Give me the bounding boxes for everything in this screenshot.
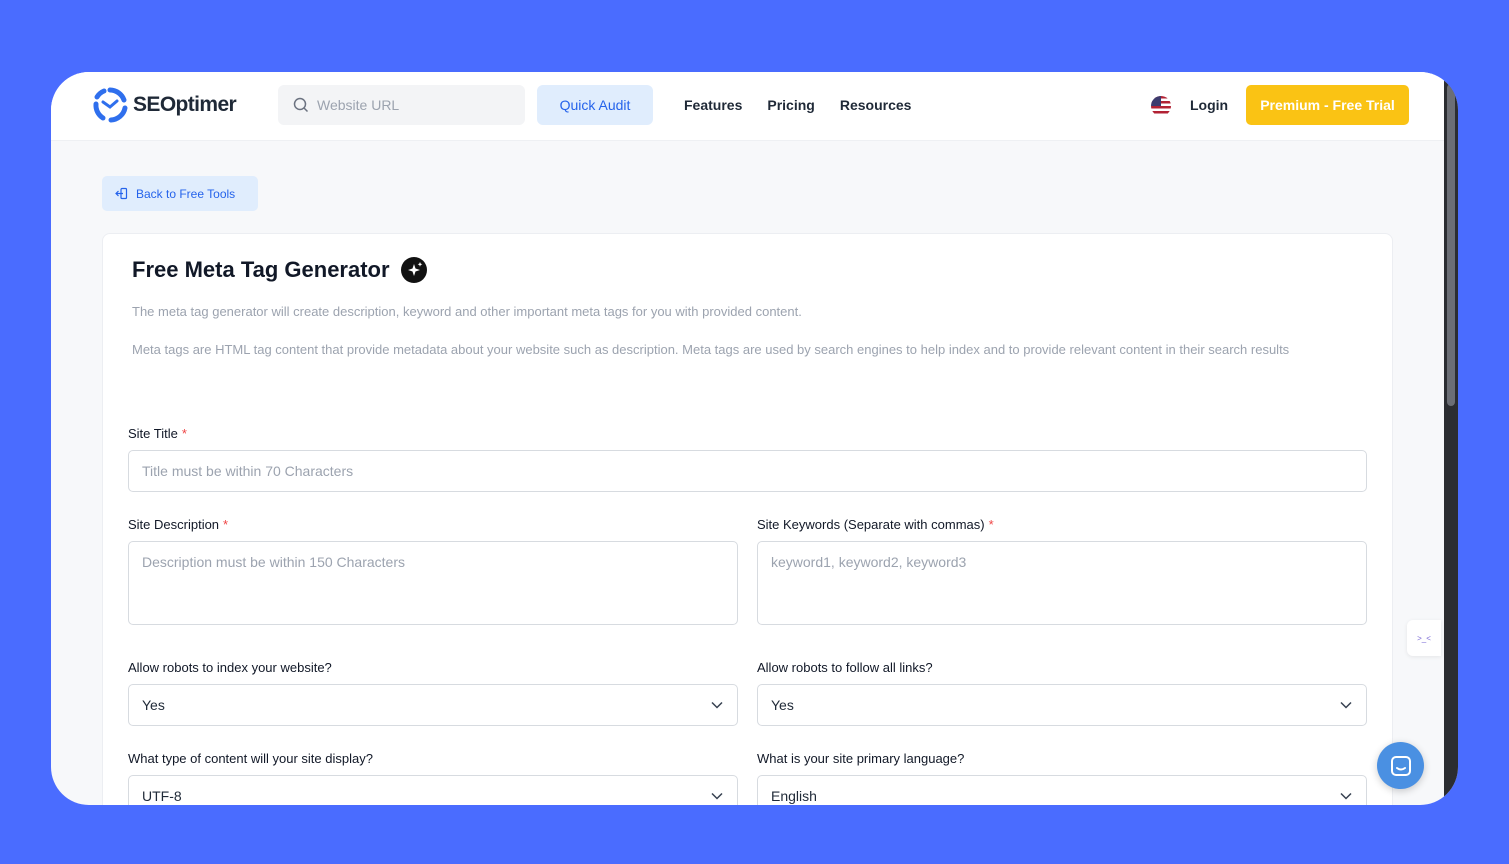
site-keywords-textarea[interactable] bbox=[757, 541, 1367, 625]
site-description-textarea[interactable] bbox=[128, 541, 738, 625]
side-feedback-widget[interactable]: >_< bbox=[1407, 620, 1441, 656]
chevron-down-icon bbox=[711, 792, 723, 800]
chevron-down-icon bbox=[1340, 701, 1352, 709]
nav-resources[interactable]: Resources bbox=[840, 97, 912, 113]
robots-index-label: Allow robots to index your website? bbox=[128, 660, 332, 675]
required-mark: * bbox=[223, 517, 229, 532]
scrollbar-thumb[interactable] bbox=[1447, 84, 1455, 406]
back-label: Back to Free Tools bbox=[136, 186, 236, 201]
chevron-down-icon bbox=[711, 701, 723, 709]
premium-free-trial-button[interactable]: Premium - Free Trial bbox=[1246, 85, 1409, 125]
language-select[interactable]: English bbox=[757, 775, 1367, 805]
top-navbar: SEOptimer Quick Audit Features Pricing R… bbox=[51, 72, 1444, 141]
site-description-label: Site Description * bbox=[128, 517, 228, 532]
back-to-free-tools-button[interactable]: Back to Free Tools bbox=[102, 176, 258, 211]
content-type-select[interactable]: UTF-8 bbox=[128, 775, 738, 805]
us-flag-icon[interactable] bbox=[1151, 96, 1171, 116]
site-keywords-label: Site Keywords (Separate with commas) * bbox=[757, 517, 994, 532]
intro-text: The meta tag generator will create descr… bbox=[132, 304, 802, 319]
nav-features[interactable]: Features bbox=[684, 97, 742, 113]
logo-text: SEOptimer bbox=[133, 93, 237, 116]
title-row: Free Meta Tag Generator bbox=[132, 256, 428, 284]
logo[interactable]: SEOptimer bbox=[91, 86, 237, 124]
language-value: English bbox=[771, 788, 817, 804]
search-icon bbox=[293, 97, 309, 113]
description-text: Meta tags are HTML tag content that prov… bbox=[132, 342, 1290, 357]
quick-audit-button[interactable]: Quick Audit bbox=[537, 85, 653, 125]
site-title-label-text: Site Title bbox=[128, 426, 178, 441]
browser-window: SEOptimer Quick Audit Features Pricing R… bbox=[51, 72, 1458, 805]
content-type-label: What type of content will your site disp… bbox=[128, 751, 373, 766]
main-nav: Features Pricing Resources bbox=[684, 97, 911, 113]
robots-follow-value: Yes bbox=[771, 697, 794, 713]
url-search-box[interactable] bbox=[278, 85, 525, 125]
chat-launcher-button[interactable] bbox=[1377, 742, 1424, 789]
robots-index-value: Yes bbox=[142, 697, 165, 713]
required-mark: * bbox=[181, 426, 187, 441]
meta-tag-generator-card: Free Meta Tag Generator The meta tag gen… bbox=[102, 233, 1393, 805]
site-title-input[interactable] bbox=[128, 450, 1367, 492]
back-arrow-icon bbox=[115, 187, 128, 200]
required-mark: * bbox=[988, 517, 994, 532]
website-url-input[interactable] bbox=[317, 97, 507, 113]
scrollbar[interactable] bbox=[1444, 72, 1458, 805]
chat-icon bbox=[1390, 755, 1411, 776]
content-type-value: UTF-8 bbox=[142, 788, 182, 804]
site-keywords-label-text: Site Keywords (Separate with commas) bbox=[757, 517, 985, 532]
chevron-down-icon bbox=[1340, 792, 1352, 800]
side-widget-face: >_< bbox=[1417, 633, 1431, 643]
seoptimer-logo-icon bbox=[93, 87, 128, 123]
language-label: What is your site primary language? bbox=[757, 751, 965, 766]
robots-index-select[interactable]: Yes bbox=[128, 684, 738, 726]
site-description-label-text: Site Description bbox=[128, 517, 220, 532]
robots-follow-select[interactable]: Yes bbox=[757, 684, 1367, 726]
nav-pricing[interactable]: Pricing bbox=[767, 97, 814, 113]
ai-sparkle-icon[interactable] bbox=[400, 256, 428, 284]
page-title: Free Meta Tag Generator bbox=[132, 257, 390, 282]
robots-follow-label: Allow robots to follow all links? bbox=[757, 660, 933, 675]
login-link[interactable]: Login bbox=[1190, 97, 1228, 113]
site-title-label: Site Title * bbox=[128, 426, 187, 441]
